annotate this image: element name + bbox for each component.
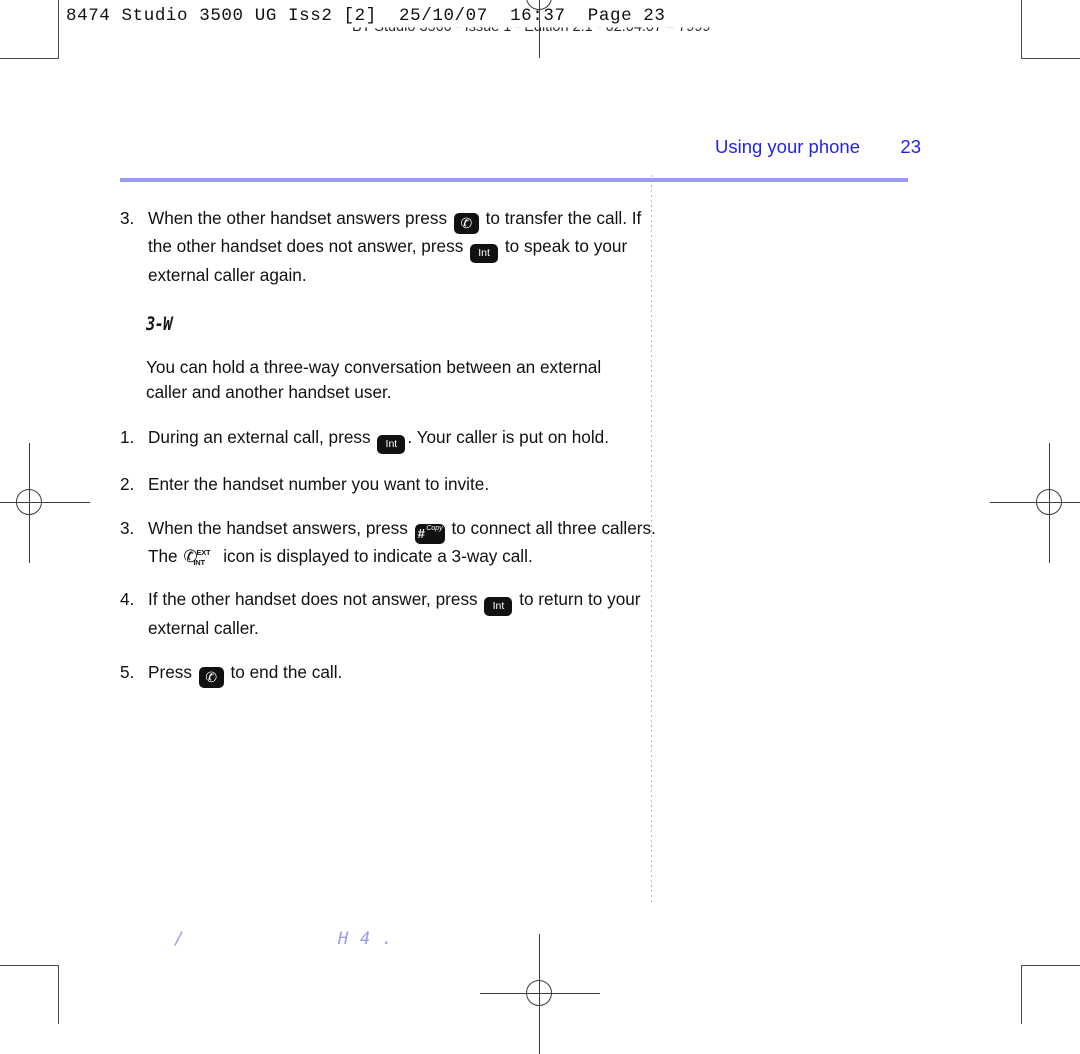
registration-circle bbox=[1036, 489, 1062, 515]
step-text: If the other handset does not answer, pr… bbox=[148, 587, 660, 641]
step-text-part3: icon is displayed to indicate a 3-way ca… bbox=[223, 545, 533, 566]
registration-horizontal-line bbox=[0, 502, 90, 504]
step-text-part1: Enter the handset number you want to inv… bbox=[148, 474, 490, 495]
int-label: INT bbox=[193, 557, 205, 567]
registration-mark-left bbox=[0, 443, 90, 563]
registration-mark-bottom bbox=[480, 934, 600, 1054]
lcd-artifact-3: 4 bbox=[360, 929, 371, 949]
step-text-part1: When the other handset answers press bbox=[148, 208, 448, 228]
crop-mark-top-left bbox=[0, 0, 59, 59]
print-header-line: 8474 Studio 3500 UG Iss2 [2] 25/10/07 16… bbox=[66, 6, 666, 26]
step-text-part2: to end the call. bbox=[230, 661, 343, 682]
intro-paragraph: You can hold a three-way conversation be… bbox=[146, 356, 602, 403]
phone-handset-glyph: ✆ bbox=[205, 668, 218, 685]
int-key-label: Int bbox=[385, 438, 398, 451]
phone-handset-key-icon: ✆ bbox=[453, 213, 479, 234]
lcd-artifact-row: / H 4 . bbox=[120, 925, 660, 957]
int-key-icon: Int bbox=[377, 435, 406, 455]
int-key-label: Int bbox=[492, 600, 505, 613]
int-key-icon: Int bbox=[470, 244, 499, 263]
step-number: 1. bbox=[120, 427, 135, 448]
phone-handset-glyph: ✆ bbox=[460, 215, 473, 231]
step-number: 4. bbox=[120, 589, 135, 610]
header-divider-rule bbox=[120, 178, 908, 182]
ext-int-display-icon: ✆ EXT INT bbox=[183, 547, 217, 567]
step-text: During an external call, press Int . You… bbox=[148, 425, 660, 455]
step-text: Enter the handset number you want to inv… bbox=[148, 472, 660, 497]
step-number: 2. bbox=[120, 474, 135, 495]
registration-circle bbox=[16, 489, 42, 515]
hash-glyph: # bbox=[417, 525, 425, 541]
step-text-part1: When the handset answers, press bbox=[148, 517, 408, 538]
crop-mark-bottom-left bbox=[0, 965, 59, 1024]
registration-mark-right bbox=[990, 443, 1080, 563]
step-number: 3. bbox=[120, 517, 135, 538]
step-item: 3. When the handset answers, press # Cop… bbox=[120, 516, 660, 569]
step-item: 2. Enter the handset number you want to … bbox=[120, 472, 660, 497]
int-key-label: Int bbox=[478, 247, 490, 259]
section-heading-3-way: 3-W bbox=[146, 313, 173, 336]
lcd-artifact-4: . bbox=[382, 929, 393, 949]
hash-copy-key-icon: # Copy bbox=[414, 523, 445, 544]
registration-circle bbox=[526, 980, 552, 1006]
section-title: Using your phone bbox=[714, 136, 860, 157]
step-item: 5. Press ✆ to end the call. bbox=[120, 660, 660, 688]
step-text: Press ✆ to end the call. bbox=[148, 660, 660, 688]
step-number: 3. bbox=[120, 208, 135, 228]
page-content: 3. When the other handset answers press … bbox=[120, 206, 660, 706]
crop-mark-top-right bbox=[1021, 0, 1080, 59]
step-text-part2: . Your caller is put on hold. bbox=[407, 427, 609, 448]
step-item: 4. If the other handset does not answer,… bbox=[120, 587, 660, 641]
registration-horizontal-line bbox=[990, 502, 1080, 504]
step-text: When the handset answers, press # Copy t… bbox=[148, 516, 660, 569]
lcd-artifact-1: / bbox=[174, 929, 185, 949]
step-text-part1: During an external call, press bbox=[148, 427, 371, 448]
step-text-part1: If the other handset does not answer, pr… bbox=[148, 589, 478, 610]
step-item: 3. When the other handset answers press … bbox=[120, 206, 660, 288]
page-number: 23 bbox=[900, 136, 921, 157]
step-number: 5. bbox=[120, 661, 135, 682]
numbered-steps-list: 1. During an external call, press Int . … bbox=[120, 425, 660, 688]
copy-superscript-label: Copy bbox=[426, 524, 443, 532]
step-text-part1: Press bbox=[148, 661, 192, 682]
phone-handset-key-icon: ✆ bbox=[198, 666, 224, 688]
step-item: 1. During an external call, press Int . … bbox=[120, 425, 660, 455]
page-header: Using your phone 23 bbox=[120, 136, 970, 166]
crop-mark-bottom-right bbox=[1021, 965, 1080, 1024]
lcd-artifact-2: H bbox=[338, 929, 349, 949]
int-key-icon: Int bbox=[484, 597, 513, 617]
step-text: When the other handset answers press ✆ t… bbox=[148, 206, 660, 288]
